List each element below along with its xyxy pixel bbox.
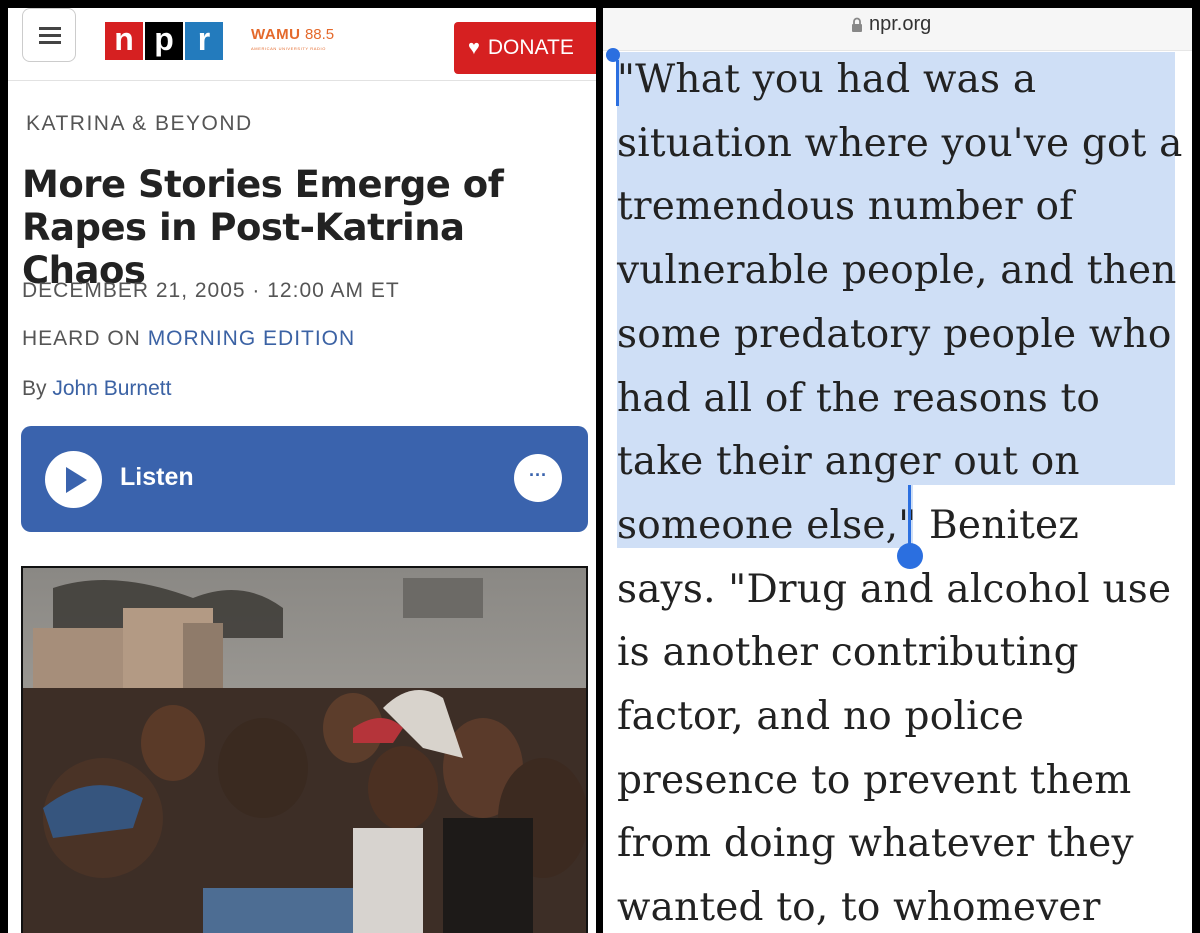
- url-text: npr.org: [869, 13, 932, 35]
- selection-start-handle[interactable]: [606, 48, 620, 62]
- article-body-text[interactable]: "What you had was a situation where you'…: [617, 48, 1187, 933]
- selected-text-panel: npr.org "What you had was a situation wh…: [603, 8, 1192, 933]
- program-link[interactable]: MORNING EDITION: [148, 327, 356, 350]
- text-line: factor, and no police: [617, 694, 1025, 740]
- selection-end-handle[interactable]: [897, 543, 923, 569]
- text-line: vulnerable people, and then: [617, 248, 1177, 294]
- logo-letter-r: r: [185, 22, 223, 60]
- npr-article-panel: n p r WAMU 88.5 AMERICAN UNIVERSITY RADI…: [8, 8, 596, 933]
- text-line: had all of the reasons to: [617, 375, 1101, 421]
- text-line: situation where you've got a: [617, 120, 1183, 166]
- text-line: presence to prevent them: [617, 757, 1132, 803]
- text-line: is another contributing: [617, 630, 1079, 676]
- text-line: from doing whatever they: [617, 821, 1134, 867]
- heard-on-prefix: HEARD ON: [22, 327, 148, 350]
- menu-button[interactable]: [22, 8, 76, 62]
- article-dateline: DECEMBER 21, 2005 · 12:00 AM ET: [22, 279, 400, 302]
- hamburger-icon: [39, 27, 61, 30]
- npr-logo[interactable]: n p r: [105, 22, 225, 60]
- heart-icon: ♥: [468, 37, 480, 59]
- hamburger-icon: [39, 34, 61, 37]
- address-display[interactable]: npr.org: [851, 13, 931, 36]
- text-line: take their anger out on: [617, 439, 1080, 485]
- article-title: More Stories Emerge of Rapes in Post-Kat…: [22, 163, 504, 292]
- more-options-button[interactable]: ···: [514, 454, 562, 502]
- selection-start-caret[interactable]: [616, 60, 619, 106]
- lock-icon: [852, 17, 862, 32]
- text-line: "What you had was a: [617, 57, 1037, 102]
- text-line: wanted to, to whomever: [617, 885, 1101, 931]
- heard-on-line: HEARD ON MORNING EDITION: [22, 327, 355, 351]
- article-photo[interactable]: [21, 566, 588, 933]
- byline: By John Burnett: [22, 377, 171, 401]
- donate-button[interactable]: ♥ DONATE: [454, 22, 596, 74]
- author-link[interactable]: John Burnett: [52, 377, 171, 400]
- logo-letter-p: p: [145, 22, 183, 60]
- text-line: says. "Drug and alcohol use: [617, 566, 1172, 612]
- crowd-photo-image: [23, 568, 586, 933]
- listen-label[interactable]: Listen: [120, 463, 194, 492]
- section-label[interactable]: KATRINA & BEYOND: [26, 112, 253, 136]
- play-icon: [66, 467, 87, 493]
- text-line: some predatory people who: [617, 311, 1172, 357]
- station-logo[interactable]: WAMU 88.5 AMERICAN UNIVERSITY RADIO: [251, 26, 334, 51]
- text-line: tremendous number of: [617, 184, 1074, 230]
- station-frequency: 88.5: [304, 26, 335, 43]
- byline-prefix: By: [22, 377, 53, 400]
- logo-letter-n: n: [105, 22, 143, 60]
- play-button[interactable]: [45, 451, 102, 508]
- hamburger-icon: [39, 41, 61, 44]
- selection-end-caret[interactable]: [908, 485, 911, 547]
- audio-player: Listen ···: [21, 426, 588, 532]
- donate-label: DONATE: [487, 36, 574, 59]
- station-name: WAMU: [251, 26, 301, 43]
- station-subtitle: AMERICAN UNIVERSITY RADIO: [251, 46, 326, 51]
- browser-address-bar[interactable]: npr.org: [603, 8, 1192, 51]
- site-header: n p r WAMU 88.5 AMERICAN UNIVERSITY RADI…: [8, 8, 596, 81]
